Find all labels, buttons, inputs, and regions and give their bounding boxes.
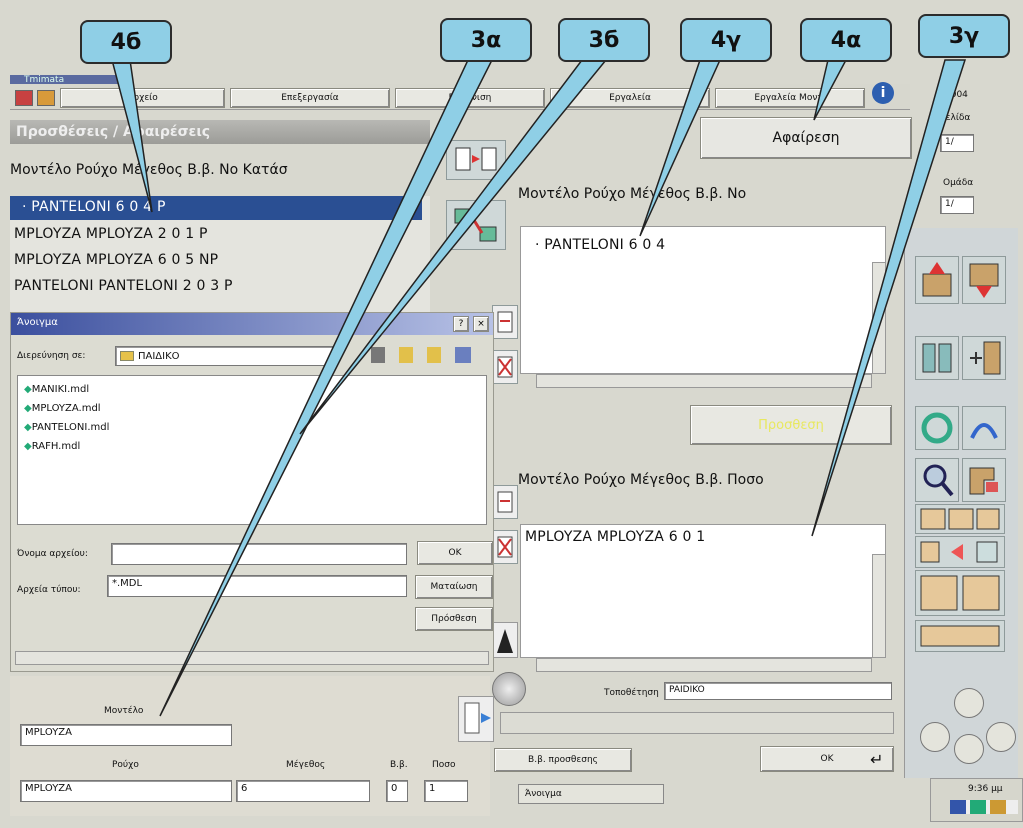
pointer-4a xyxy=(813,59,848,121)
callout-4b: 4б xyxy=(80,20,172,64)
pointer-3a xyxy=(159,59,494,717)
callout-3g: 3γ xyxy=(918,14,1010,58)
callout-pointers xyxy=(111,59,967,717)
pointer-3g xyxy=(811,59,967,537)
callout-4a: 4α xyxy=(800,18,892,62)
pointer-4b xyxy=(111,59,153,213)
callout-3a: 3α xyxy=(440,18,532,62)
pointer-4g xyxy=(639,59,722,237)
callout-4g: 4γ xyxy=(680,18,772,62)
callout-3b: 3б xyxy=(558,18,650,62)
